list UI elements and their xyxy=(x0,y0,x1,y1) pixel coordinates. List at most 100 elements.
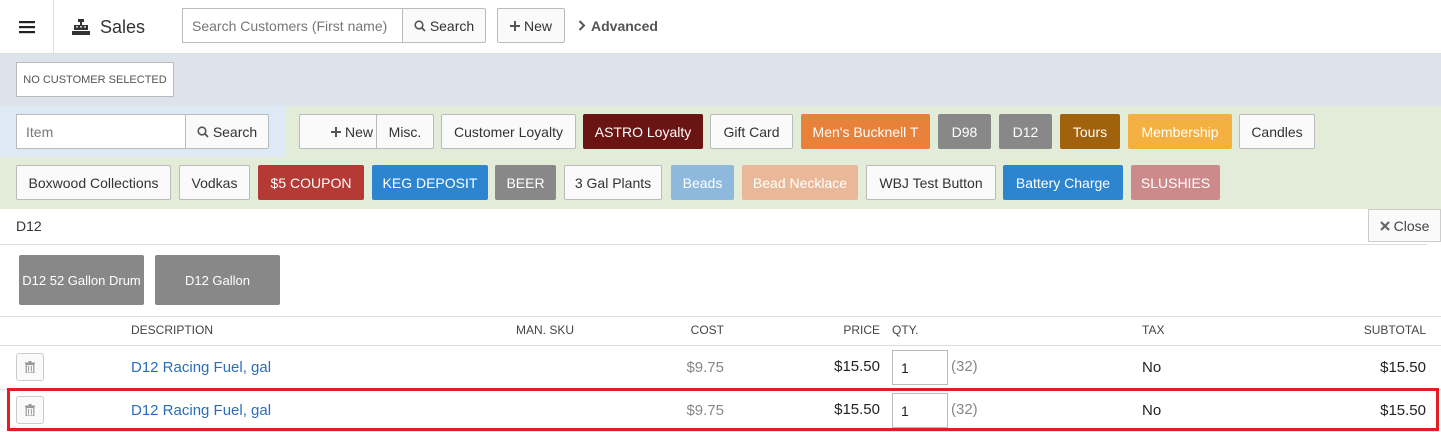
line-item-description[interactable]: D12 Racing Fuel, gal xyxy=(131,359,271,376)
line-item-qty-input[interactable] xyxy=(892,393,948,428)
quick-button-gift-card[interactable]: Gift Card xyxy=(710,114,793,149)
line-item-description[interactable]: D12 Racing Fuel, gal xyxy=(131,402,271,419)
column-header-cost: COST xyxy=(690,323,724,337)
plus-icon xyxy=(330,126,341,137)
product-button-d12-gallon[interactable]: D12 Gallon xyxy=(155,255,280,305)
quick-button-label: D12 xyxy=(1012,123,1039,140)
customer-bar: NO CUSTOMER SELECTED xyxy=(0,54,1441,106)
trash-icon xyxy=(25,404,35,416)
new-customer-label: New xyxy=(523,17,552,34)
quick-button-wbj-test-button[interactable]: WBJ Test Button xyxy=(866,165,996,200)
quick-button-label: Membership xyxy=(1141,123,1219,140)
quick-button-d98[interactable]: D98 xyxy=(938,114,991,149)
item-search-button[interactable]: Search xyxy=(185,114,269,149)
customer-status: NO CUSTOMER SELECTED xyxy=(16,62,174,97)
trash-icon xyxy=(25,361,35,373)
quick-button-vodkas[interactable]: Vodkas xyxy=(179,165,250,200)
quick-button-candles[interactable]: Candles xyxy=(1239,114,1315,149)
quick-button-label: KEG DEPOSIT xyxy=(382,174,478,191)
quick-button-customer-loyalty[interactable]: Customer Loyalty xyxy=(441,114,576,149)
quick-button-men-s-bucknell-t[interactable]: Men's Bucknell T xyxy=(801,114,930,149)
divider xyxy=(0,389,1441,390)
category-title: D12 xyxy=(16,218,42,234)
line-item-subtotal: $15.50 xyxy=(1380,402,1426,419)
cash-register-icon xyxy=(72,19,90,35)
column-header-tax: TAX xyxy=(1142,323,1165,337)
quick-button-label: Vodkas xyxy=(191,174,238,191)
line-item-stock: (32) xyxy=(951,358,978,375)
product-button-d12-drum[interactable]: D12 52 Gallon Drum xyxy=(19,255,144,305)
quick-button-label: Misc. xyxy=(388,123,422,140)
menu-button[interactable] xyxy=(0,0,54,54)
quick-button-label: Battery Charge xyxy=(1015,174,1111,191)
close-icon xyxy=(1379,220,1390,231)
quick-button-label: Gift Card xyxy=(723,123,780,140)
line-item-cost: $9.75 xyxy=(686,359,724,376)
quick-button-label: Customer Loyalty xyxy=(454,123,563,140)
hamburger-icon xyxy=(18,21,35,34)
quick-button-label: WBJ Test Button xyxy=(879,174,983,191)
item-search-input[interactable] xyxy=(16,114,186,149)
chevron-right-icon xyxy=(578,20,586,31)
quick-button-3-gal-plants[interactable]: 3 Gal Plants xyxy=(564,165,662,200)
line-item-price[interactable]: $15.50 xyxy=(834,401,880,418)
column-header-price: PRICE xyxy=(843,323,880,337)
quick-button-d12[interactable]: D12 xyxy=(999,114,1052,149)
divider xyxy=(0,345,1441,346)
quick-button-keg-deposit[interactable]: KEG DEPOSIT xyxy=(372,165,488,200)
quick-button-label: Beads xyxy=(682,174,723,191)
quick-button-label: Candles xyxy=(1251,123,1303,140)
quick-button-beer[interactable]: BEER xyxy=(495,165,556,200)
line-item-tax[interactable]: No xyxy=(1142,402,1161,419)
line-item-tax[interactable]: No xyxy=(1142,359,1161,376)
quick-button-label: New xyxy=(344,123,373,140)
quick-button-bead-necklace[interactable]: Bead Necklace xyxy=(742,165,858,200)
quick-button-label: ASTRO Loyalty xyxy=(594,123,692,140)
quick-button-label: D98 xyxy=(951,123,978,140)
quick-button-tours[interactable]: Tours xyxy=(1060,114,1120,149)
quick-button-label: BEER xyxy=(506,174,545,191)
quick-button-battery-charge[interactable]: Battery Charge xyxy=(1003,165,1123,200)
customer-search-button[interactable]: Search xyxy=(402,8,486,43)
quick-button-slushies[interactable]: SLUSHIES xyxy=(1131,165,1220,200)
customer-search-label: Search xyxy=(429,17,475,34)
new-customer-button[interactable]: New xyxy=(497,8,565,43)
customer-search-input[interactable] xyxy=(182,8,403,43)
quick-button-label: Men's Bucknell T xyxy=(812,123,919,140)
advanced-toggle[interactable]: Advanced xyxy=(578,8,658,43)
quick-button-label: SLUSHIES xyxy=(1140,174,1211,191)
column-header-subtotal: SUBTOTAL xyxy=(1363,323,1426,337)
plus-icon xyxy=(509,20,520,31)
line-item-qty-input[interactable] xyxy=(892,350,948,385)
divider xyxy=(0,244,1427,245)
line-item-subtotal: $15.50 xyxy=(1380,359,1426,376)
close-label: Close xyxy=(1393,217,1430,234)
divider xyxy=(0,316,1441,317)
quick-button-label: 3 Gal Plants xyxy=(574,174,652,191)
search-icon xyxy=(414,19,426,32)
delete-row-button[interactable] xyxy=(16,396,44,424)
column-header-description: DESCRIPTION xyxy=(131,323,214,337)
quick-button-astro-loyalty[interactable]: ASTRO Loyalty xyxy=(583,114,703,149)
quick-button-label: Tours xyxy=(1072,123,1108,140)
quick-button-misc[interactable]: Misc. xyxy=(376,114,434,149)
quick-button-boxwood-collections[interactable]: Boxwood Collections xyxy=(16,165,171,200)
quick-button-membership[interactable]: Membership xyxy=(1128,114,1232,149)
page-title-label: Sales xyxy=(100,16,146,37)
quick-button-label: Bead Necklace xyxy=(752,174,848,191)
quick-button-label: Boxwood Collections xyxy=(28,174,159,191)
close-category-button[interactable]: Close xyxy=(1368,209,1441,242)
quick-button-beads[interactable]: Beads xyxy=(671,165,734,200)
delete-row-button[interactable] xyxy=(16,353,44,381)
line-item-cost: $9.75 xyxy=(686,402,724,419)
search-icon xyxy=(197,125,209,138)
line-item-stock: (32) xyxy=(951,401,978,418)
item-search-label: Search xyxy=(212,123,258,140)
line-item-price[interactable]: $15.50 xyxy=(834,358,880,375)
advanced-label: Advanced xyxy=(591,17,658,34)
page-title: Sales xyxy=(72,0,145,54)
quick-button-label: $5 COUPON xyxy=(270,174,352,191)
quick-button-5-coupon[interactable]: $5 COUPON xyxy=(258,165,364,200)
column-header-qty: QTY. xyxy=(892,323,919,337)
column-header-man-sku: MAN. SKU xyxy=(516,323,575,337)
